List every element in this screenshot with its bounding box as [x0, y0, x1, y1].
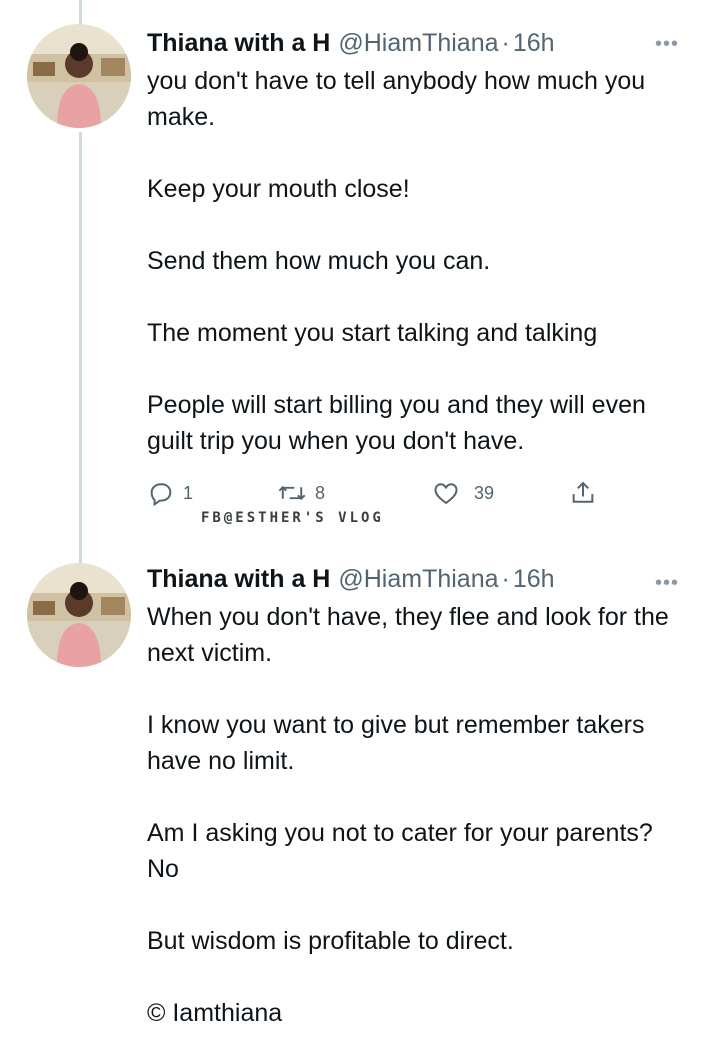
timestamp[interactable]: 16h	[513, 563, 555, 595]
tweet-paragraph: The moment you start talking and talking	[147, 319, 598, 347]
avatar[interactable]	[27, 24, 131, 128]
tweet-paragraph: I know you want to give but remember tak…	[147, 711, 645, 775]
reply-button[interactable]: 1	[147, 479, 193, 507]
share-button[interactable]	[569, 479, 597, 507]
tweet-header: Thiana with a H @HiamThiana · 16h	[147, 27, 687, 59]
tweet-paragraph: Send them how much you can.	[147, 247, 491, 275]
separator-dot: ·	[501, 29, 510, 57]
timestamp[interactable]: 16h	[513, 27, 555, 59]
avatar[interactable]	[27, 563, 131, 667]
tweet-header: Thiana with a H @HiamThiana · 16h	[147, 563, 687, 595]
user-handle[interactable]: @HiamThiana	[338, 27, 498, 59]
tweet-paragraph: Keep your mouth close!	[147, 175, 410, 203]
tweet-text: When you don't have, they flee and look …	[147, 599, 687, 1031]
heart-icon	[432, 479, 460, 507]
like-button[interactable]: 39	[432, 479, 494, 507]
tweet-paragraph: When you don't have, they flee and look …	[147, 603, 669, 667]
tweet-1[interactable]: ••• Thiana with a H @HiamThiana · 16h yo…	[0, 0, 720, 545]
user-handle[interactable]: @HiamThiana	[338, 563, 498, 595]
copyright-line: © Iamthiana	[147, 999, 283, 1027]
display-name[interactable]: Thiana with a H	[147, 27, 330, 59]
retweet-count: 8	[315, 482, 326, 503]
tweet-paragraph: People will start billing you and they w…	[147, 391, 646, 455]
tweet-2[interactable]: ••• Thiana with a H @HiamThiana · 16h Wh…	[0, 545, 720, 1037]
display-name[interactable]: Thiana with a H	[147, 563, 330, 595]
tweet-text: you don't have to tell anybody how much …	[147, 63, 687, 459]
tweet-paragraph: Am I asking you not to cater for your pa…	[147, 819, 653, 883]
share-icon	[569, 479, 597, 507]
reply-icon	[147, 479, 175, 507]
like-count: 39	[474, 482, 495, 503]
tweet-paragraph: you don't have to tell anybody how much …	[147, 67, 646, 131]
tweet-paragraph: But wisdom is profitable to direct.	[147, 927, 514, 955]
retweet-button[interactable]: 8	[277, 479, 325, 507]
reply-count: 1	[183, 482, 194, 503]
separator-dot: ·	[501, 565, 510, 593]
retweet-icon	[277, 479, 307, 507]
watermark-text: FB@ESTHER'S VLOG	[201, 510, 384, 526]
